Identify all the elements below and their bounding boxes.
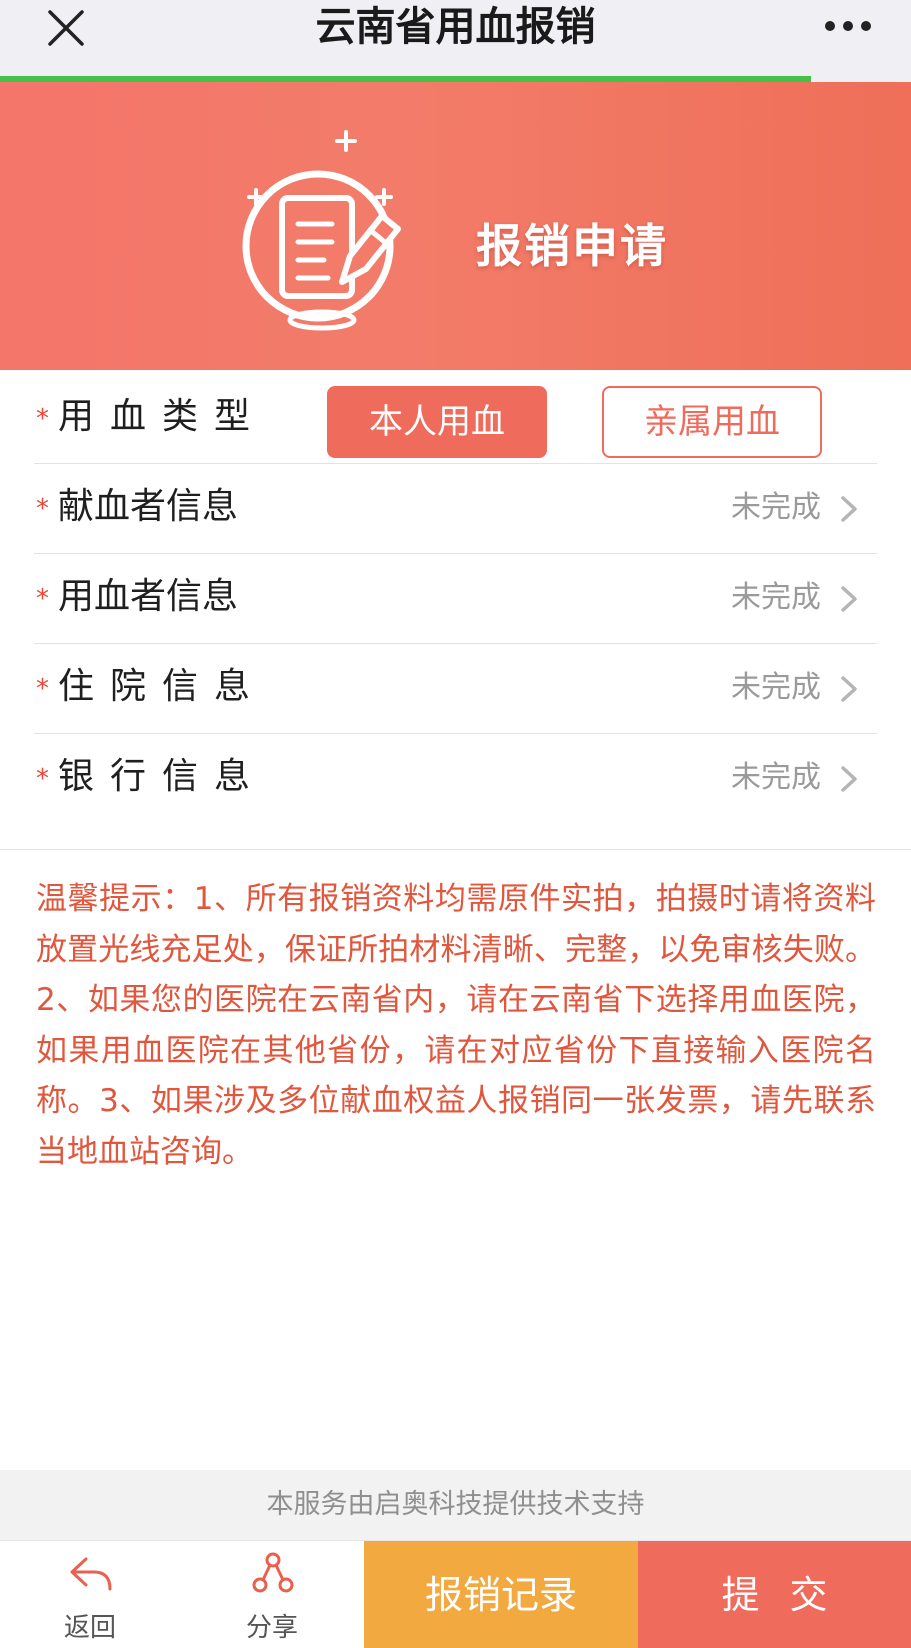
back-arrow-icon [68,1551,114,1597]
support-text: 本服务由启奥科技提供技术支持 [0,1470,911,1540]
recipient-info-row[interactable]: * 用血者信息 未完成 [34,550,877,644]
required-mark: * [36,764,49,794]
required-mark: * [36,494,49,524]
bank-info-label: 银行信息 [58,756,267,797]
more-dots-icon[interactable] [823,16,873,36]
recipient-info-status: 未完成 [731,580,821,615]
hospital-info-label: 住院信息 [58,666,267,707]
hospital-info-row[interactable]: * 住院信息 未完成 [34,640,877,734]
share-icon [250,1551,296,1597]
reimbursement-records-button[interactable]: 报销记录 [364,1541,638,1648]
donor-info-label: 献血者信息 [58,486,239,527]
bank-info-row[interactable]: * 银行信息 未完成 [34,730,877,824]
blood-type-label: 用血类型 [58,396,267,437]
banner-title: 报销申请 [476,219,668,273]
recipient-info-label: 用血者信息 [58,576,239,617]
form-divider [0,849,911,850]
document-edit-icon [242,122,432,342]
donor-info-status: 未完成 [731,490,821,525]
banner: 报销申请 [0,82,911,370]
chevron-right-icon [837,584,861,614]
submit-button[interactable]: 提交 [638,1541,911,1648]
self-use-option-button[interactable]: 本人用血 [327,386,547,458]
back-tab[interactable]: 返回 [0,1541,180,1648]
chevron-right-icon [837,764,861,794]
chevron-right-icon [837,674,861,704]
blood-type-row: * 用血类型 本人用血 亲属用血 [34,370,877,464]
relative-use-option-button[interactable]: 亲属用血 [602,386,822,458]
required-mark: * [36,404,49,434]
donor-info-row[interactable]: * 献血者信息 未完成 [34,460,877,554]
top-nav-bar: 云南省用血报销 [0,0,911,78]
share-tab[interactable]: 分享 [182,1541,362,1648]
bottom-toolbar: 返回 分享 报销记录 提交 [0,1540,911,1648]
chevron-right-icon [837,494,861,524]
hospital-info-status: 未完成 [731,670,821,705]
bank-info-status: 未完成 [731,760,821,795]
tips-text: 温馨提示：1、所有报销资料均需原件实拍，拍摄时请将资料放置光线充足处，保证所拍材… [36,881,876,1170]
share-tab-label: 分享 [245,1613,298,1643]
required-mark: * [36,674,49,704]
window-title: 云南省用血报销 [315,4,596,50]
back-tab-label: 返回 [63,1613,116,1643]
required-mark: * [36,584,49,614]
